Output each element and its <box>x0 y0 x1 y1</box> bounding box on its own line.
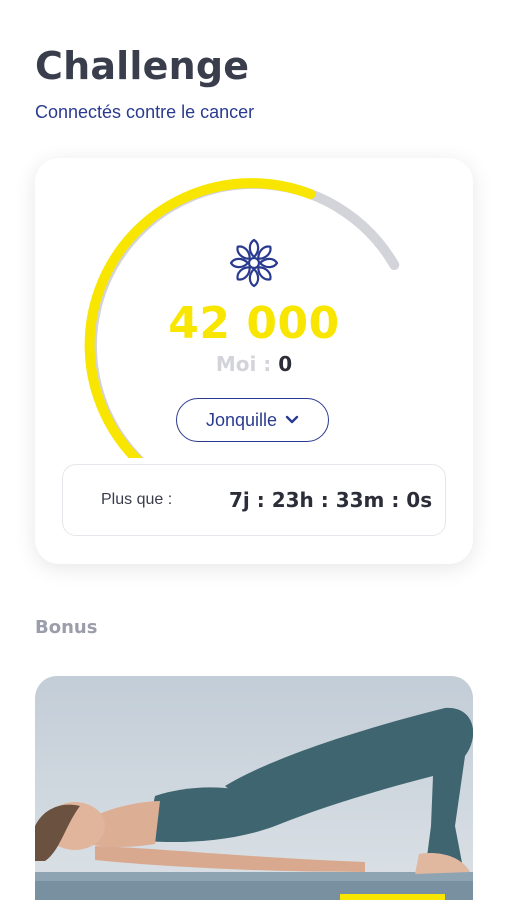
my-score: Moi : 0 <box>35 352 473 376</box>
countdown-value: 7j : 23h : 33m : 0s <box>229 488 433 512</box>
bonus-section-title: Bonus <box>35 617 98 638</box>
team-dropdown-label: Jonquille <box>205 409 278 430</box>
flower-petal <box>248 238 260 259</box>
total-points: 42 000 <box>168 298 340 349</box>
page-title: Challenge <box>35 44 250 88</box>
my-score-value: 0 <box>278 352 293 376</box>
page-subtitle: Connectés contre le cancer <box>35 102 255 122</box>
chevron-down-icon <box>285 415 299 424</box>
countdown-label: Plus que : <box>101 491 173 508</box>
flower-petal <box>258 257 279 269</box>
challenge-card: 42 000 Moi : 0 Jonquille Plus que : 7j :… <box>35 158 473 564</box>
flower-icon <box>229 238 279 288</box>
flower-petal <box>248 267 260 288</box>
my-score-label: Moi : <box>215 352 272 376</box>
bonus-image <box>35 676 473 900</box>
flower-petal <box>229 257 250 269</box>
countdown-box: Plus que : 7j : 23h : 33m : 0s <box>62 464 446 536</box>
bonus-card[interactable] <box>35 676 473 900</box>
team-dropdown[interactable]: Jonquille <box>176 398 329 442</box>
